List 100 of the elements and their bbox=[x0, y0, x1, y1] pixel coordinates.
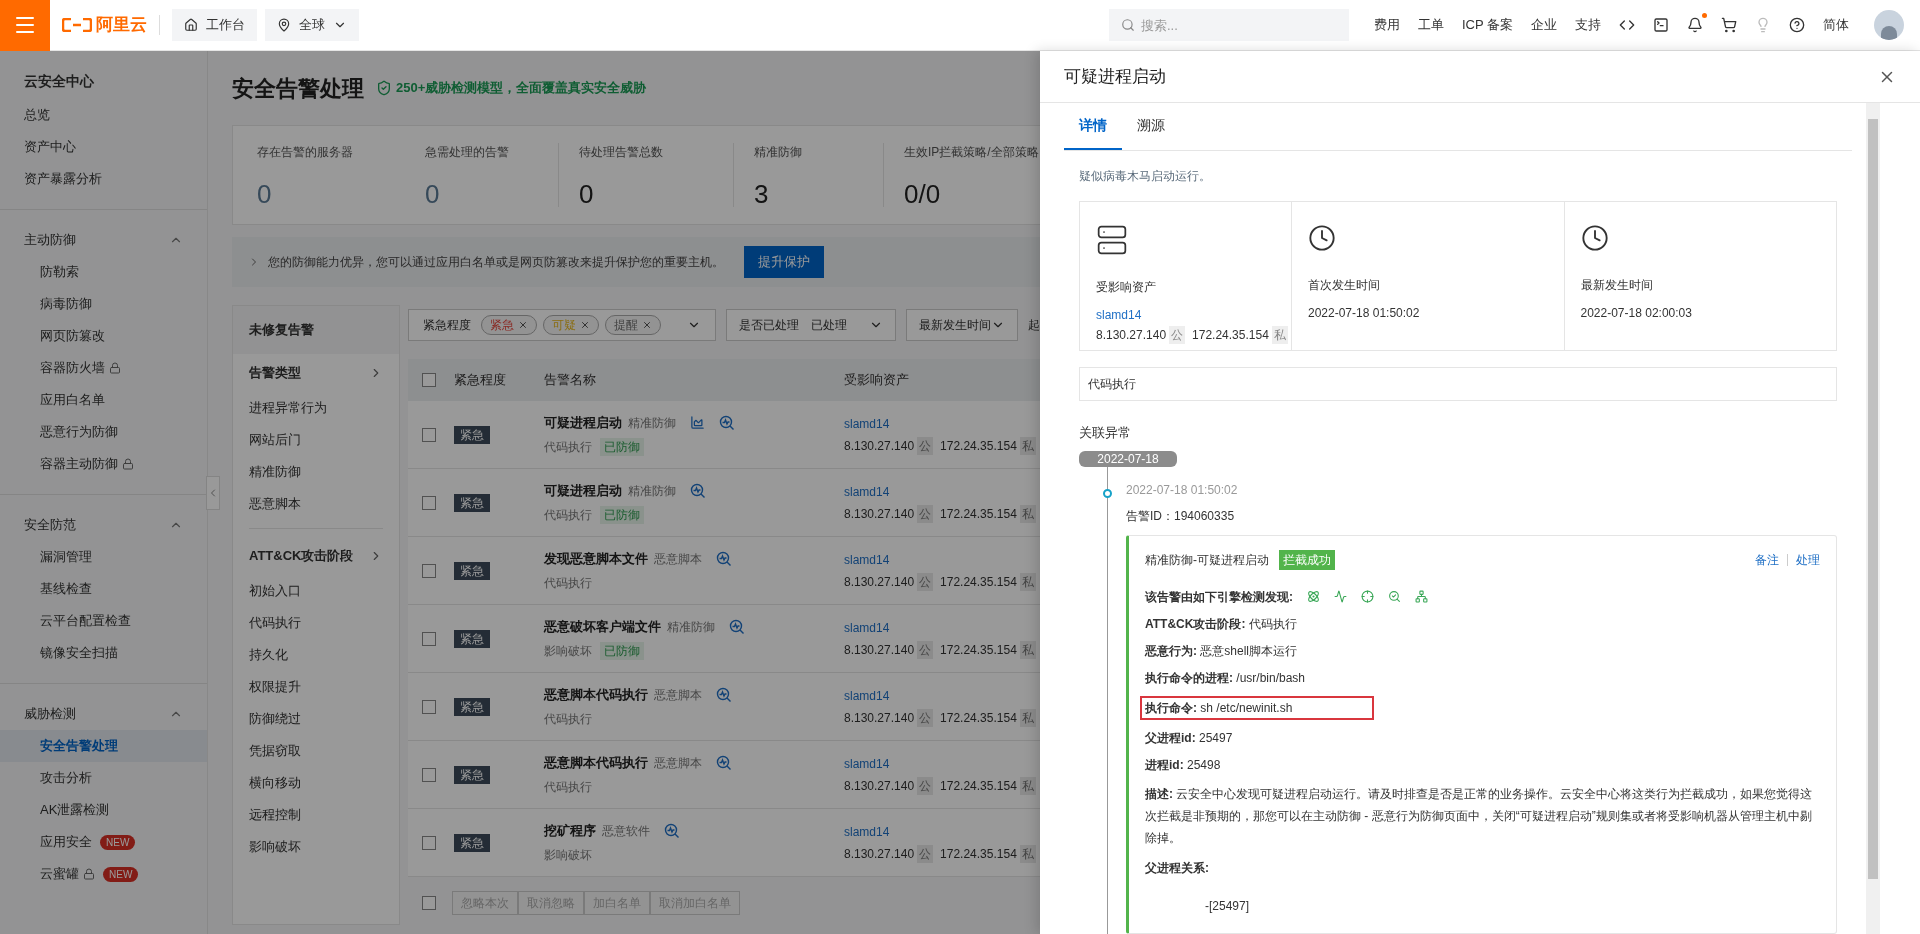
category-item[interactable]: 网站后门 bbox=[249, 424, 383, 456]
avatar[interactable] bbox=[1874, 10, 1904, 40]
alert-name[interactable]: 挖矿程序 bbox=[544, 820, 596, 841]
category-item[interactable]: 防御绕过 bbox=[249, 703, 383, 735]
cart-icon[interactable] bbox=[1721, 17, 1737, 33]
category-item[interactable]: 进程异常行为 bbox=[249, 392, 383, 424]
row-checkbox[interactable] bbox=[422, 767, 436, 782]
category-item[interactable]: 代码执行 bbox=[249, 607, 383, 639]
top-nav-link[interactable]: ICP 备案 bbox=[1452, 15, 1522, 35]
filter-tag[interactable]: 紧急 bbox=[481, 315, 537, 335]
top-nav-link[interactable]: 工单 bbox=[1408, 15, 1453, 35]
stat-value[interactable]: 0 bbox=[425, 181, 558, 207]
trace-search-icon[interactable] bbox=[719, 414, 735, 431]
row-checkbox[interactable] bbox=[422, 495, 436, 510]
code-icon[interactable] bbox=[1619, 17, 1635, 33]
select-all-checkbox[interactable] bbox=[422, 373, 436, 387]
row-checkbox[interactable] bbox=[422, 699, 436, 714]
row-checkbox[interactable] bbox=[422, 631, 436, 646]
asset-link[interactable]: slamd14 bbox=[844, 754, 1036, 773]
severity-badge: 紧急 bbox=[454, 425, 490, 444]
sidebar-item[interactable]: 安全告警处理 bbox=[0, 730, 207, 762]
scrollbar[interactable] bbox=[1866, 103, 1880, 934]
top-nav-link[interactable]: 支持 bbox=[1566, 15, 1610, 35]
remove-icon bbox=[580, 320, 590, 330]
alert-name[interactable]: 恶意破坏客户端文件 bbox=[544, 616, 661, 637]
category-item[interactable]: 远程控制 bbox=[249, 799, 383, 831]
new-badge: NEW bbox=[100, 834, 136, 850]
alert-name[interactable]: 发现恶意脚本文件 bbox=[544, 548, 648, 569]
category-item[interactable]: 恶意脚本 bbox=[249, 488, 383, 520]
trace-search-icon[interactable] bbox=[716, 550, 732, 567]
stat-value[interactable]: 0 bbox=[257, 181, 405, 207]
trace-search-icon[interactable] bbox=[664, 822, 680, 839]
alert-name[interactable]: 恶意脚本代码执行 bbox=[544, 752, 648, 773]
sidebar-item-label: 网页防篡改 bbox=[40, 327, 105, 346]
alert-name[interactable]: 可疑进程启动 bbox=[544, 480, 622, 501]
event-field: 执行命令: sh /etc/newinit.sh bbox=[1140, 695, 1375, 720]
info-label: 首次发生时间 bbox=[1308, 277, 1381, 294]
sort-selector[interactable]: 最新发生时间 bbox=[906, 309, 1018, 341]
region-selector[interactable]: 全球 bbox=[265, 9, 359, 41]
private-ip: 172.24.35.154 bbox=[940, 777, 1017, 795]
terminal-icon[interactable] bbox=[1653, 17, 1669, 33]
ip-tag: 私 bbox=[1019, 640, 1036, 659]
search-field[interactable]: 搜索... bbox=[1108, 9, 1349, 41]
filter-tag[interactable]: 提醒 bbox=[605, 315, 661, 335]
select-all-checkbox[interactable] bbox=[422, 896, 436, 910]
workbench-button[interactable]: 工作台 bbox=[172, 9, 257, 41]
sidebar-item-label: 云蜜罐 bbox=[40, 865, 79, 884]
category-item[interactable]: 凭据窃取 bbox=[249, 735, 383, 767]
asset-link[interactable]: slamd14 bbox=[844, 618, 1036, 637]
top-nav-link[interactable]: 费用 bbox=[1364, 15, 1409, 35]
event-field: 描述: 云安全中心发现可疑进程启动运行。请及时排查是否是正常的业务操作。云安全中心将这类行为拦截成功，如果您觉得这次拦截是非预期的，那您可以在主动防御 - 恶意行为防御页面中，关闭“可疑进程启动”规则集或者将受影响机器从管理主机中剔除掉。 bbox=[1145, 782, 1820, 849]
row-checkbox[interactable] bbox=[422, 835, 436, 850]
asset-link[interactable]: slamd14 bbox=[1096, 306, 1275, 324]
asset-link[interactable]: slamd14 bbox=[844, 482, 1036, 501]
status-tag: 已防御 bbox=[600, 438, 644, 457]
alert-id: 告警ID：194060335 bbox=[1126, 507, 1236, 525]
ip-tag: 公 bbox=[1169, 326, 1186, 344]
alert-name[interactable]: 可疑进程启动 bbox=[544, 412, 622, 433]
event-field: ATT&CK攻击阶段: 代码执行 bbox=[1145, 615, 1297, 632]
trace-search-icon[interactable] bbox=[716, 754, 732, 771]
asset-link[interactable]: slamd14 bbox=[844, 414, 1036, 433]
crosshair-icon bbox=[1361, 590, 1374, 603]
category-item[interactable]: 初始入口 bbox=[249, 575, 383, 607]
drawer-tab[interactable]: 溯源 bbox=[1122, 103, 1180, 150]
category-item[interactable]: 权限提升 bbox=[249, 671, 383, 703]
menu-button[interactable] bbox=[0, 0, 50, 51]
sidebar-item-label: 镜像安全扫描 bbox=[40, 644, 118, 663]
category-item[interactable]: 精准防御 bbox=[249, 456, 383, 488]
lightbulb-icon[interactable] bbox=[1755, 17, 1771, 33]
trace-search-icon[interactable] bbox=[690, 482, 706, 499]
category-item[interactable]: 持久化 bbox=[249, 639, 383, 671]
asset-link[interactable]: slamd14 bbox=[844, 822, 1036, 841]
severity-filter[interactable]: 紧急程度 紧急 可疑 提醒 bbox=[408, 309, 716, 341]
event-action-link[interactable]: 备注 bbox=[1755, 550, 1779, 569]
top-nav-link[interactable]: 企业 bbox=[1522, 15, 1566, 35]
category-header[interactable]: 未修复告警 bbox=[233, 306, 399, 354]
category-item[interactable]: 影响破坏 bbox=[249, 831, 383, 863]
drawer-tab[interactable]: 详情 bbox=[1064, 103, 1122, 150]
processed-filter[interactable]: 是否已处理 已处理 bbox=[726, 309, 896, 341]
row-checkbox[interactable] bbox=[422, 427, 436, 442]
asset-link[interactable]: slamd14 bbox=[844, 686, 1036, 705]
help-icon[interactable] bbox=[1789, 17, 1805, 33]
brand-name[interactable]: 阿里云 bbox=[96, 12, 147, 38]
category-section-title[interactable]: 告警类型 bbox=[249, 354, 383, 392]
category-section-title[interactable]: ATT&CK攻击阶段 bbox=[249, 537, 383, 575]
language-link[interactable]: 简体 bbox=[1814, 15, 1858, 35]
stat-value: 3 bbox=[754, 181, 770, 207]
upgrade-button[interactable]: 提升保护 bbox=[744, 246, 824, 278]
collapse-sidebar-handle[interactable] bbox=[206, 476, 220, 510]
row-checkbox[interactable] bbox=[422, 563, 436, 578]
chart-icon[interactable] bbox=[690, 415, 705, 430]
stat-value: 0 bbox=[579, 181, 595, 207]
asset-link[interactable]: slamd14 bbox=[844, 550, 1036, 569]
column-header: 紧急程度 bbox=[454, 371, 507, 390]
tag-box: 代码执行 bbox=[1079, 367, 1837, 401]
category-item[interactable]: 横向移动 bbox=[249, 767, 383, 799]
trace-search-icon[interactable] bbox=[716, 686, 732, 703]
event-action-link[interactable]: 处理 bbox=[1796, 550, 1820, 569]
alert-name[interactable]: 恶意脚本代码执行 bbox=[544, 684, 648, 705]
trace-search-icon[interactable] bbox=[729, 618, 745, 635]
